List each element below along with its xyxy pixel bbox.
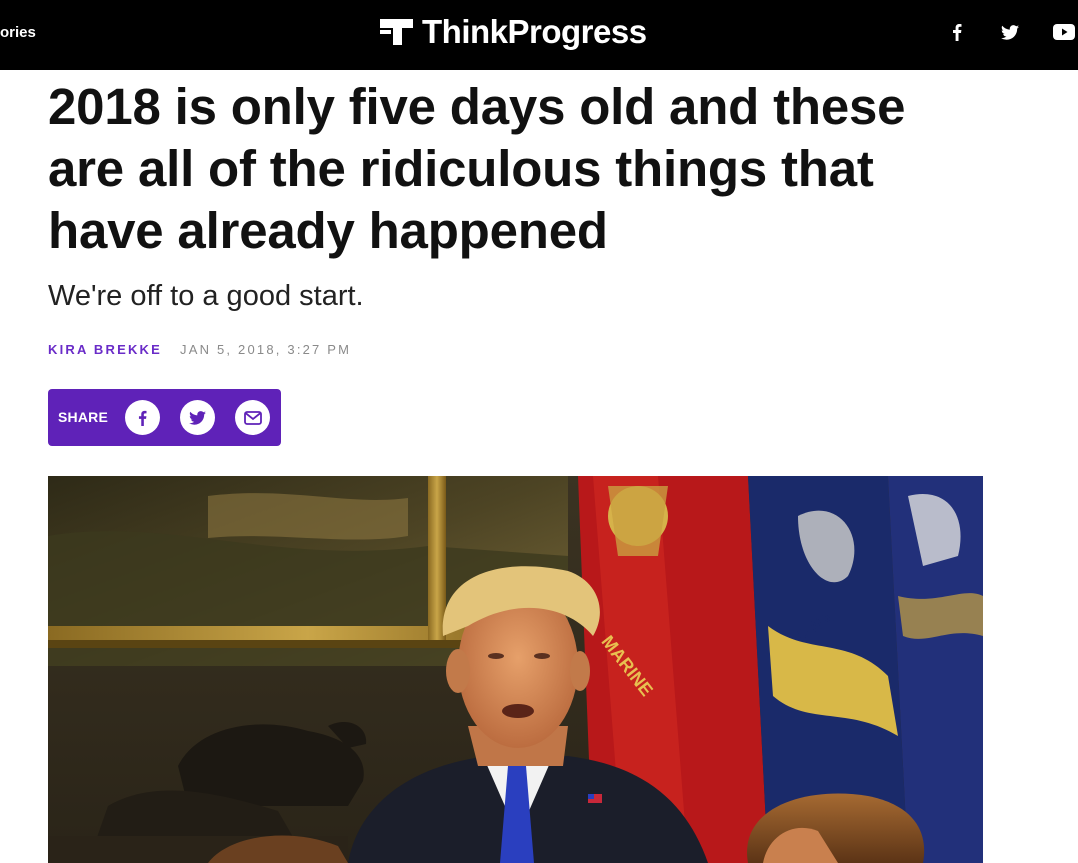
byline: KIRA BREKKE JAN 5, 2018, 3:27 PM xyxy=(48,341,351,357)
logo-wordmark: ThinkProgress xyxy=(422,13,647,50)
share-twitter-button[interactable] xyxy=(180,400,215,435)
publish-date: JAN 5, 2018, 3:27 PM xyxy=(180,341,352,357)
youtube-icon[interactable] xyxy=(1052,20,1076,44)
author-link[interactable]: KIRA BREKKE xyxy=(48,342,162,357)
twitter-icon xyxy=(189,410,206,425)
article-subheadline: We're off to a good start. xyxy=(48,280,364,312)
thinkprogress-logo-icon xyxy=(380,19,413,45)
site-logo[interactable]: ThinkProgress xyxy=(380,12,647,52)
share-label: SHARE xyxy=(58,409,109,425)
article-headline: 2018 is only five days old and these are… xyxy=(48,78,906,259)
top-navigation-bar: ories ThinkProgress xyxy=(0,0,1078,70)
share-facebook-button[interactable] xyxy=(125,400,160,435)
share-bar: SHARE xyxy=(48,389,281,446)
twitter-icon[interactable] xyxy=(998,20,1022,44)
facebook-icon[interactable] xyxy=(945,20,969,44)
hero-image: MARINE S NA xyxy=(48,476,983,863)
share-email-button[interactable] xyxy=(235,400,270,435)
email-icon xyxy=(243,410,262,425)
nav-stories-link[interactable]: ories xyxy=(0,24,36,41)
facebook-icon xyxy=(138,410,147,426)
